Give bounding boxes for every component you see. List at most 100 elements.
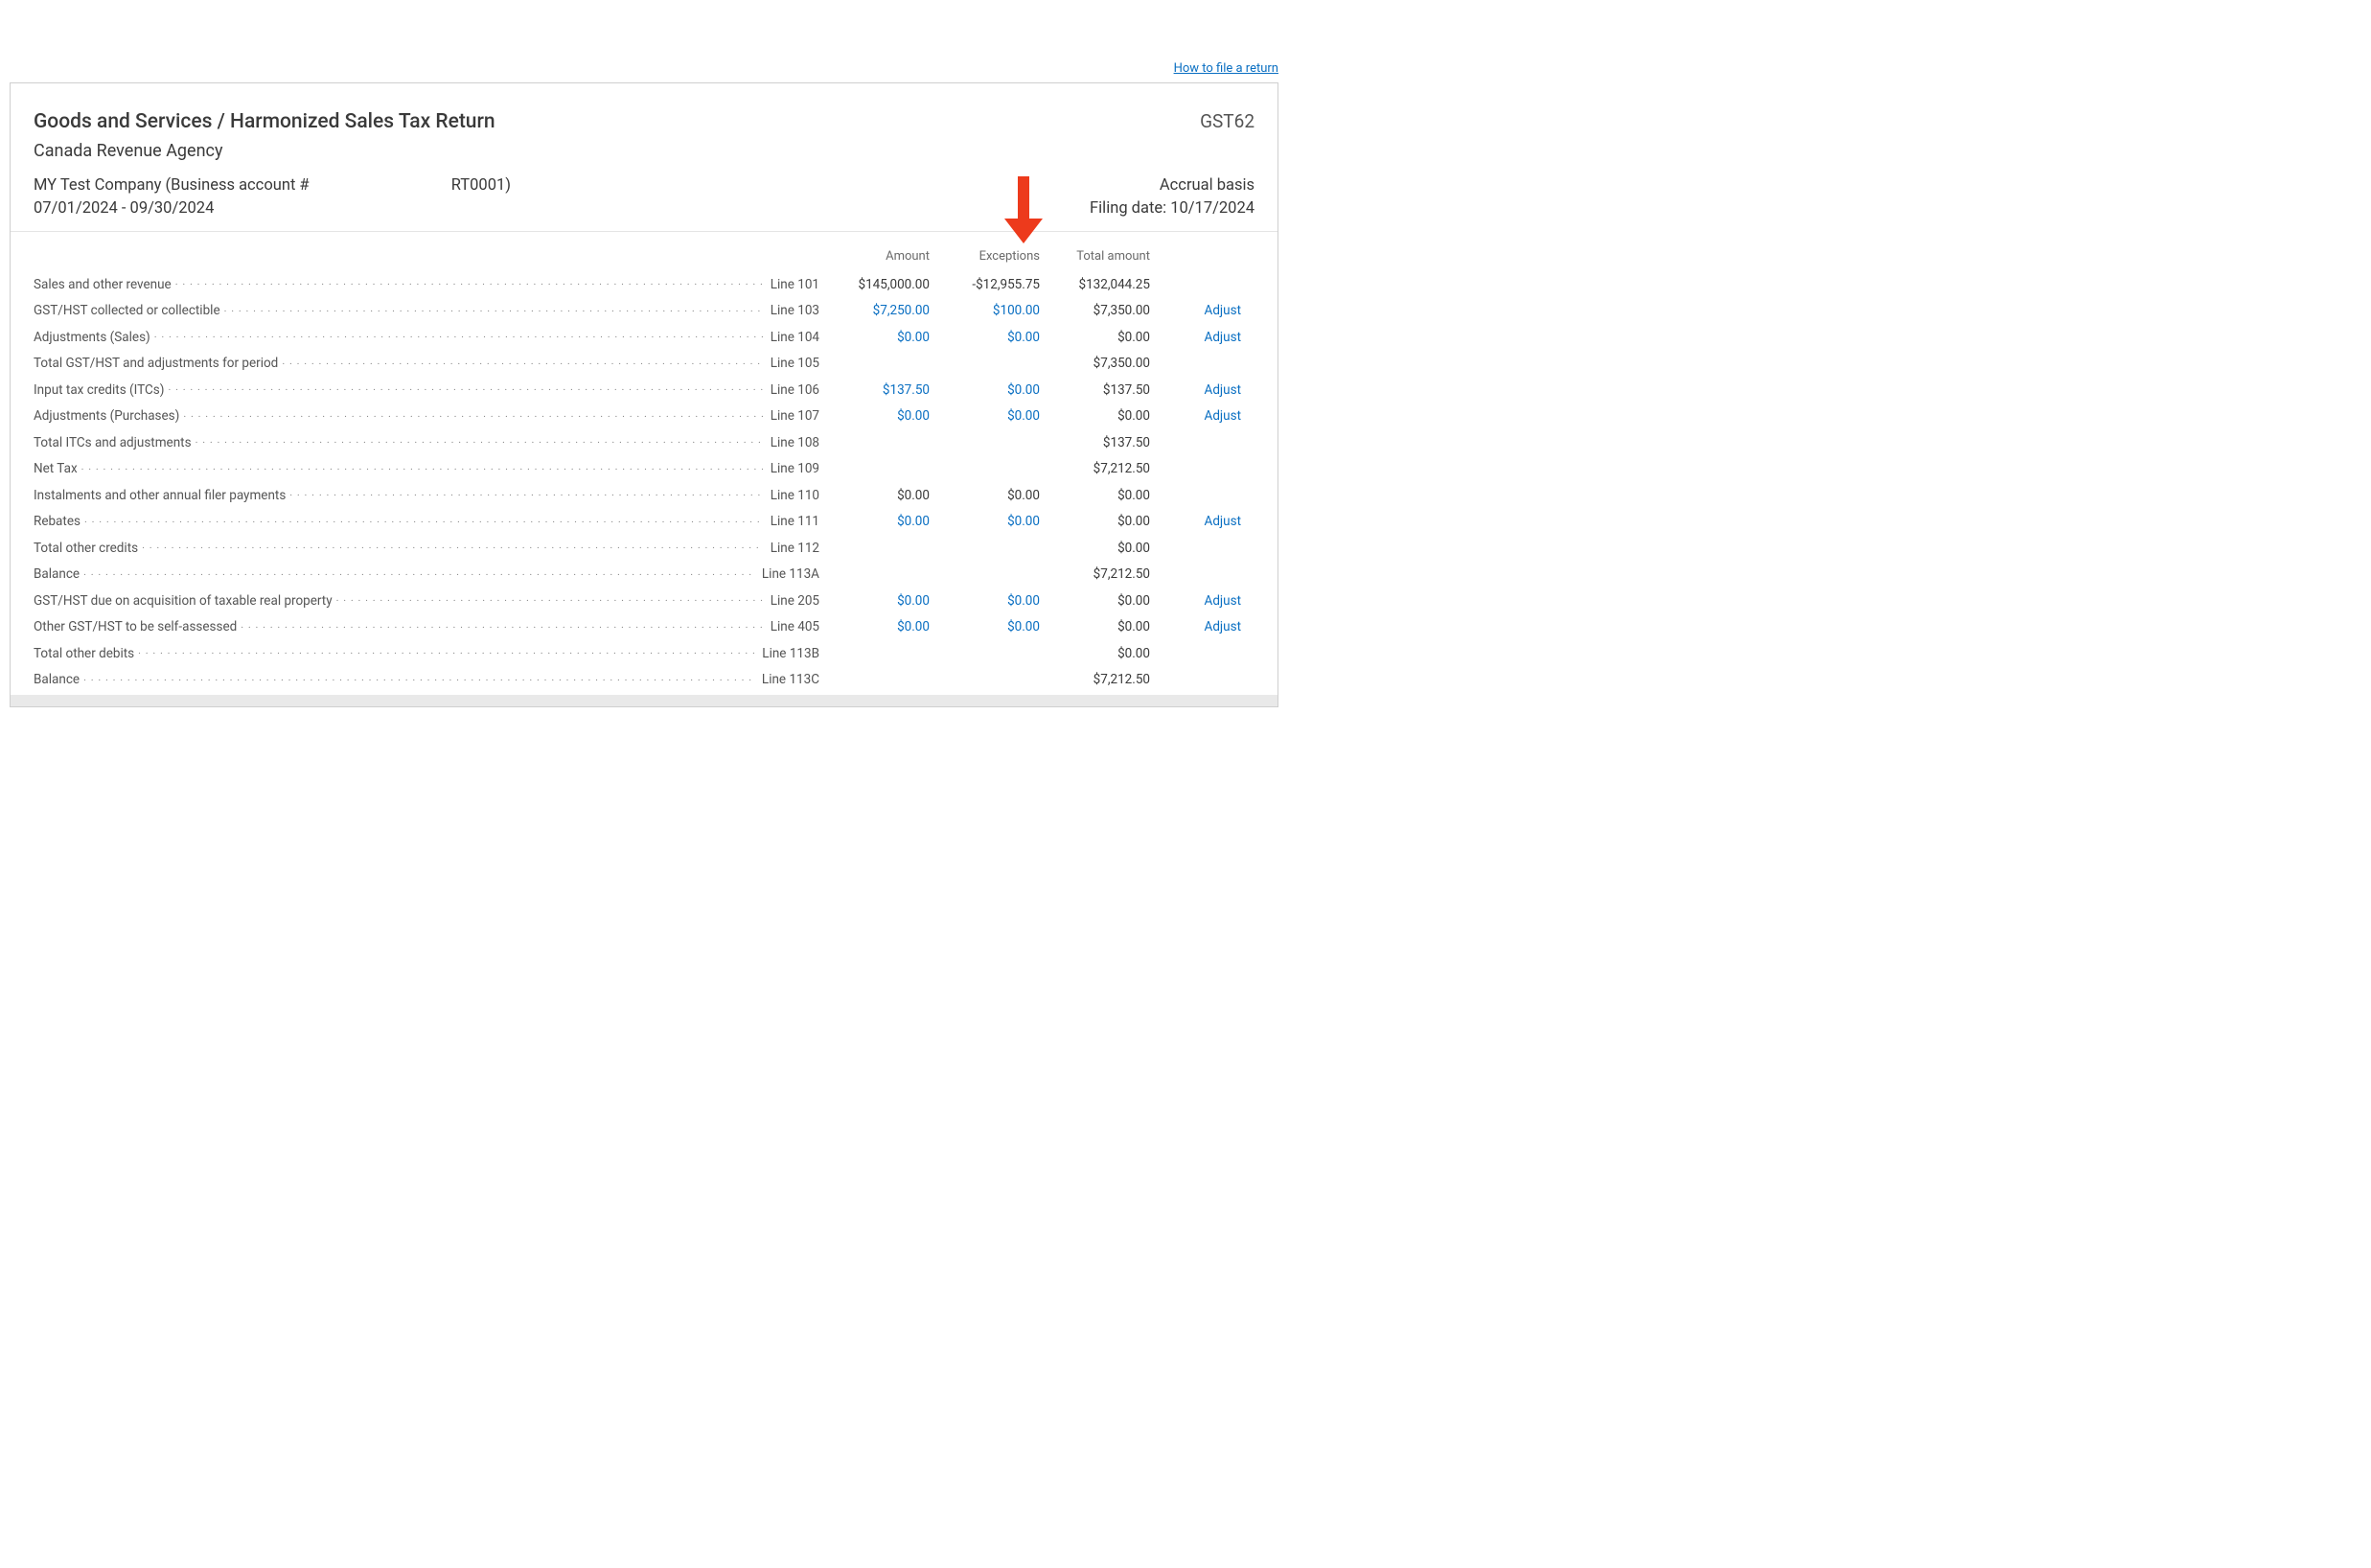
line-number: Line 101 xyxy=(771,277,819,292)
line-description: BalanceLine 113C xyxy=(34,671,819,688)
line-number: Line 112 xyxy=(771,541,819,556)
return-title: Goods and Services / Harmonized Sales Ta… xyxy=(34,110,495,133)
tax-line-row: GST/HST due on acquisition of taxable re… xyxy=(11,589,1278,616)
total-cell: $0.00 xyxy=(1040,593,1150,609)
leader-dots xyxy=(175,275,763,288)
tax-line-row: Net TaxLine 109$7,212.50 xyxy=(11,458,1278,485)
filing-period: 07/01/2024 - 09/30/2024 xyxy=(34,199,511,218)
adjust-cell: Adjust xyxy=(1150,408,1241,424)
leader-dots xyxy=(289,486,762,499)
adjust-link[interactable]: Adjust xyxy=(1205,514,1241,529)
tax-line-row: Input tax credits (ITCs) Line 106$137.50$… xyxy=(11,379,1278,405)
amount-cell[interactable]: $0.00 xyxy=(819,593,930,609)
column-headers: Amount Exceptions Total amount xyxy=(11,232,1278,273)
amount-cell[interactable]: $7,250.00 xyxy=(819,303,930,318)
exceptions-cell[interactable]: $0.00 xyxy=(930,408,1040,424)
adjust-link[interactable]: Adjust xyxy=(1205,330,1241,345)
line-description: Adjustments (Purchases)Line 107 xyxy=(34,407,819,425)
tax-line-row: RebatesLine 111$0.00$0.00$0.00Adjust xyxy=(11,511,1278,538)
tax-line-row: Total GST/HST and adjustments for period… xyxy=(11,353,1278,380)
line-number: Line 108 xyxy=(771,435,819,450)
exceptions-cell[interactable]: $100.00 xyxy=(930,303,1040,318)
accounting-basis: Accrual basis xyxy=(1090,176,1255,195)
line-description: Net Tax Line 109 xyxy=(34,460,819,477)
return-panel: Goods and Services / Harmonized Sales Ta… xyxy=(10,82,1278,707)
col-header-exceptions: Exceptions xyxy=(930,249,1040,264)
exceptions-cell[interactable]: $0.00 xyxy=(930,593,1040,609)
line-number: Line 106 xyxy=(771,382,819,398)
col-header-total: Total amount xyxy=(1040,249,1150,264)
line-label: Total GST/HST and adjustments for period xyxy=(34,356,278,371)
total-cell: $0.00 xyxy=(1040,330,1150,345)
leader-dots xyxy=(282,355,762,368)
tax-line-row: BalanceLine 113C$7,212.50 xyxy=(11,669,1278,696)
line-label: GST/HST collected or collectible xyxy=(34,303,220,318)
total-cell: $7,212.50 xyxy=(1040,566,1150,582)
line-label: Adjustments (Sales) xyxy=(34,330,150,345)
leader-dots xyxy=(336,591,763,605)
amount-cell[interactable]: $0.00 xyxy=(819,514,930,529)
amount-cell[interactable]: $0.00 xyxy=(819,408,930,424)
line-label: Rebates xyxy=(34,514,81,529)
panel-header: Goods and Services / Harmonized Sales Ta… xyxy=(11,83,1278,232)
footer-bar xyxy=(11,695,1278,706)
line-label: Instalments and other annual filer payme… xyxy=(34,488,286,503)
line-description: Total other debitsLine 113B xyxy=(34,644,819,661)
amount-cell[interactable]: $137.50 xyxy=(819,382,930,398)
exceptions-cell: -$12,955.75 xyxy=(930,277,1040,292)
line-description: GST/HST due on acquisition of taxable re… xyxy=(34,591,819,609)
line-description: Instalments and other annual filer payme… xyxy=(34,486,819,503)
leader-dots xyxy=(138,644,754,657)
tax-line-row: Total other credits Line 112 $0.00 xyxy=(11,537,1278,564)
help-file-return-link[interactable]: How to file a return xyxy=(1174,61,1278,76)
total-cell: $0.00 xyxy=(1040,408,1150,424)
agency-name: Canada Revenue Agency xyxy=(34,141,1255,161)
line-label: Input tax credits (ITCs) xyxy=(34,382,164,398)
adjust-link[interactable]: Adjust xyxy=(1205,303,1241,318)
line-description: Sales and other revenueLine 101 xyxy=(34,275,819,292)
total-cell: $0.00 xyxy=(1040,619,1150,634)
amount-cell[interactable]: $0.00 xyxy=(819,619,930,634)
leader-dots xyxy=(154,328,763,341)
total-cell: $0.00 xyxy=(1040,541,1150,556)
company-suffix: RT0001) xyxy=(451,176,511,195)
line-number: Line 105 xyxy=(771,356,819,371)
leader-dots xyxy=(241,618,762,632)
adjust-link[interactable]: Adjust xyxy=(1205,408,1241,424)
line-number: Line 109 xyxy=(771,461,819,476)
total-cell: $0.00 xyxy=(1040,488,1150,503)
exceptions-cell[interactable]: $0.00 xyxy=(930,382,1040,398)
line-label: Total other debits xyxy=(34,646,134,661)
meta-left: MY Test Company (Business account # RT00… xyxy=(34,176,511,218)
line-description: Input tax credits (ITCs) Line 106 xyxy=(34,380,819,398)
adjust-cell: Adjust xyxy=(1150,619,1241,634)
total-cell: $0.00 xyxy=(1040,514,1150,529)
tax-line-row: BalanceLine 113A$7,212.50 xyxy=(11,564,1278,590)
line-description: Total other credits Line 112 xyxy=(34,539,819,556)
line-label: Net Tax xyxy=(34,461,78,476)
line-label: Total other credits xyxy=(34,541,138,556)
amount-cell[interactable]: $0.00 xyxy=(819,330,930,345)
exceptions-cell[interactable]: $0.00 xyxy=(930,330,1040,345)
adjust-link[interactable]: Adjust xyxy=(1205,593,1241,609)
exceptions-cell[interactable]: $0.00 xyxy=(930,514,1040,529)
adjust-cell: Adjust xyxy=(1150,382,1241,398)
tax-line-row: Instalments and other annual filer payme… xyxy=(11,484,1278,511)
line-description: Adjustments (Sales) Line 104 xyxy=(34,328,819,345)
exceptions-cell: $0.00 xyxy=(930,488,1040,503)
exceptions-cell[interactable]: $0.00 xyxy=(930,619,1040,634)
line-label: Other GST/HST to be self-assessed xyxy=(34,619,237,634)
tax-line-row: Other GST/HST to be self-assessedLine 40… xyxy=(11,616,1278,643)
adjust-cell: Adjust xyxy=(1150,303,1241,318)
line-number: Line 104 xyxy=(771,330,819,345)
tax-line-row: Adjustments (Sales)Line 104$0.00$0.00$0.… xyxy=(11,326,1278,353)
meta-right: Accrual basis Filing date: 10/17/2024 xyxy=(1090,176,1255,218)
adjust-link[interactable]: Adjust xyxy=(1205,619,1241,634)
adjust-cell: Adjust xyxy=(1150,593,1241,609)
line-description: RebatesLine 111 xyxy=(34,513,819,530)
total-cell: $7,350.00 xyxy=(1040,356,1150,371)
leader-dots xyxy=(224,302,763,315)
adjust-link[interactable]: Adjust xyxy=(1205,382,1241,398)
leader-dots xyxy=(168,380,762,394)
line-label: Balance xyxy=(34,566,80,582)
